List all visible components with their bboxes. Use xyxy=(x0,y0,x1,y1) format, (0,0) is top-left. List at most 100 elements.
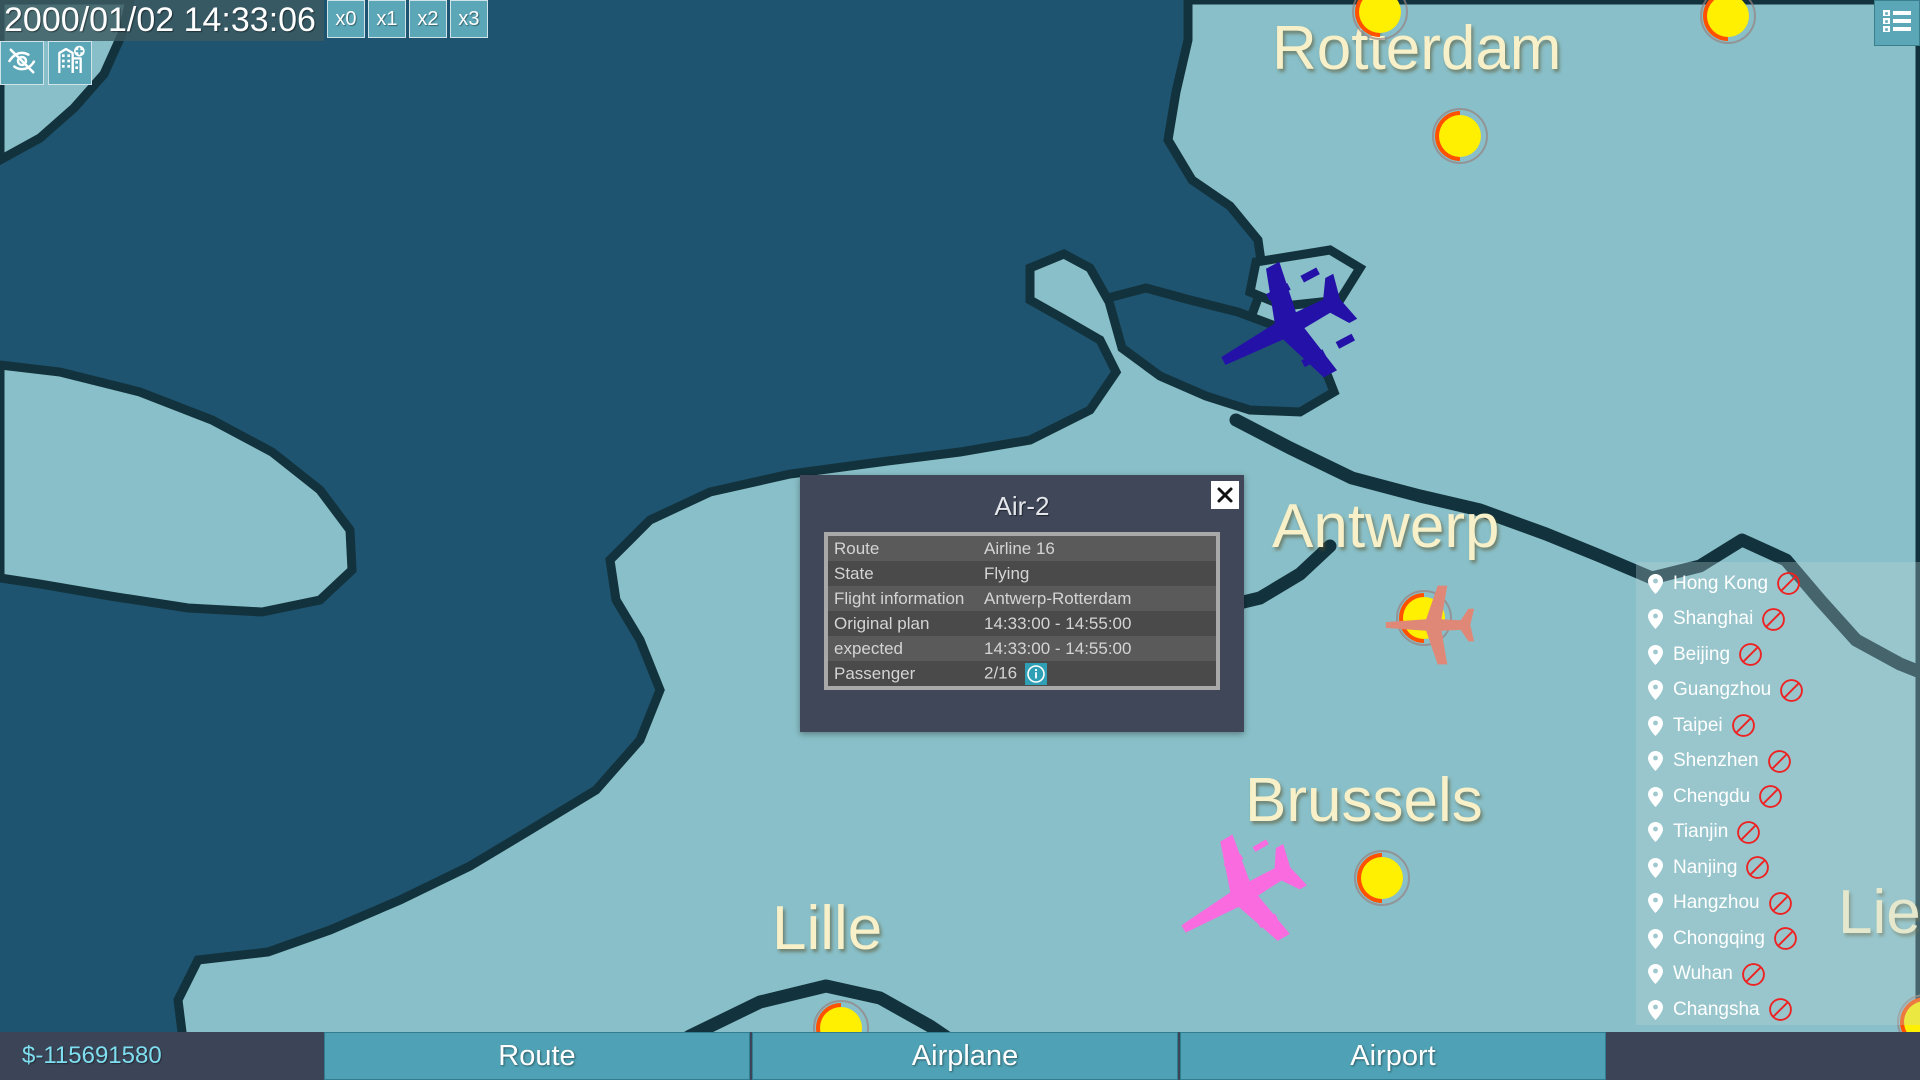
no-entry-icon[interactable] xyxy=(1741,962,1766,987)
speed-button-x0[interactable]: x0 xyxy=(326,0,365,38)
map-pin-icon xyxy=(1648,999,1663,1020)
city-list-item-label: Taipei xyxy=(1673,714,1723,736)
city-list-item[interactable]: Hong Kong xyxy=(1636,566,1920,602)
tab-route[interactable]: Route xyxy=(324,1032,750,1080)
city-list-item-label: Shanghai xyxy=(1673,608,1754,630)
airplane-info-dialog[interactable]: Air-2 Route Airline 16 State Flying Flig… xyxy=(800,475,1244,732)
city-list-item-label: Nanjing xyxy=(1673,856,1738,878)
row-key: expected xyxy=(834,638,903,658)
map-pin-icon xyxy=(1648,928,1663,949)
tab-airplane[interactable]: Airplane xyxy=(752,1032,1178,1080)
speed-button-x3[interactable]: x3 xyxy=(449,0,488,38)
row-value: Airline 16 xyxy=(984,538,1055,558)
tool-button-group xyxy=(0,41,96,85)
no-entry-icon[interactable] xyxy=(1776,571,1801,596)
game-screen: Rotterdam Antwerp Brussels Lille Lie 200… xyxy=(0,0,1920,1080)
airport-marker-brussels[interactable] xyxy=(1354,850,1410,906)
row-value: Flying xyxy=(984,563,1030,583)
map-pin-icon xyxy=(1648,786,1663,807)
row-key: Original plan xyxy=(834,613,930,633)
row-value: 14:33:00 - 14:55:00 xyxy=(984,638,1132,658)
airport-marker-rotterdam-north[interactable] xyxy=(1352,0,1408,40)
map-pin-icon xyxy=(1648,857,1663,878)
city-list-item-label: Guangzhou xyxy=(1673,679,1772,701)
table-row: Original plan 14:33:00 - 14:55:00 xyxy=(828,611,1216,636)
airport-ring xyxy=(1352,0,1408,40)
bottom-bar: $-115691580 Route Airplane Airport xyxy=(0,1032,1920,1080)
city-list-item[interactable]: Shanghai xyxy=(1636,602,1920,638)
city-list-item[interactable]: Guangzhou xyxy=(1636,673,1920,709)
row-value: 14:33:00 - 14:55:00 xyxy=(984,613,1132,633)
city-list-item-label: Changsha xyxy=(1673,998,1760,1020)
city-list-item[interactable]: Shenzhen xyxy=(1636,744,1920,780)
city-list-item-label: Tianjin xyxy=(1673,821,1729,843)
airplane-glyph xyxy=(1385,585,1475,665)
airport-ring xyxy=(1700,0,1756,44)
money-display: $-115691580 xyxy=(22,1042,162,1069)
info-icon xyxy=(1027,664,1045,683)
row-key: State xyxy=(834,563,874,583)
table-row: Passenger 2/16 xyxy=(828,661,1216,686)
airport-marker-rotterdam-south[interactable] xyxy=(1432,108,1488,164)
city-list-item[interactable]: Taipei xyxy=(1636,708,1920,744)
row-key: Passenger xyxy=(834,663,916,683)
no-entry-icon[interactable] xyxy=(1761,607,1786,632)
city-list-item-label: Hong Kong xyxy=(1673,572,1769,594)
city-list-item-label: Shenzhen xyxy=(1673,750,1759,772)
table-row: Route Airline 16 xyxy=(828,536,1216,561)
tab-airport[interactable]: Airport xyxy=(1180,1032,1606,1080)
map-pin-icon xyxy=(1648,609,1663,630)
airport-marker-rotterdam-east[interactable] xyxy=(1700,0,1756,44)
dialog-title: Air-2 xyxy=(994,491,1050,521)
city-list-item[interactable]: Beijing xyxy=(1636,637,1920,673)
city-list-item[interactable]: Changsha xyxy=(1636,992,1920,1028)
passenger-count: 2/16 xyxy=(984,662,1018,682)
speed-button-x2[interactable]: x2 xyxy=(408,0,447,38)
city-list-item[interactable]: Chengdu xyxy=(1636,779,1920,815)
row-key: Route xyxy=(834,538,880,558)
city-list-item[interactable]: Tianjin xyxy=(1636,815,1920,851)
hide-labels-button[interactable] xyxy=(0,41,44,85)
row-value: Antwerp-Rotterdam xyxy=(984,588,1132,608)
row-value-wrapper: 2/16 xyxy=(984,662,1216,685)
no-entry-icon[interactable] xyxy=(1736,820,1761,845)
no-entry-icon[interactable] xyxy=(1731,713,1756,738)
city-list-item-label: Hangzhou xyxy=(1673,892,1760,914)
city-list-panel: Hong Kong Shanghai Beijing Guangzhou Tai… xyxy=(1636,562,1920,1025)
eye-off-icon xyxy=(7,46,37,81)
map-pin-icon xyxy=(1648,893,1663,914)
city-list-item[interactable]: Hangzhou xyxy=(1636,886,1920,922)
city-list-item-label: Beijing xyxy=(1673,643,1731,665)
row-key: Flight information xyxy=(834,588,965,608)
airplane-air-1[interactable] xyxy=(1382,578,1478,674)
no-entry-icon[interactable] xyxy=(1773,926,1798,951)
main-menu-button[interactable] xyxy=(1874,0,1920,46)
no-entry-icon[interactable] xyxy=(1779,678,1804,703)
no-entry-icon[interactable] xyxy=(1758,784,1783,809)
passenger-info-button[interactable] xyxy=(1025,662,1048,685)
city-list-item-label: Wuhan xyxy=(1673,963,1733,985)
city-list-item-label: Chongqing xyxy=(1673,927,1765,949)
dialog-close-button[interactable] xyxy=(1211,481,1239,509)
building-add-icon xyxy=(54,45,86,82)
map-pin-icon xyxy=(1648,715,1663,736)
speed-button-x1[interactable]: x1 xyxy=(367,0,406,38)
airport-ring xyxy=(1432,108,1488,164)
game-clock: 2000/01/02 14:33:06 xyxy=(0,0,324,41)
city-list-item[interactable]: Nanjing xyxy=(1636,850,1920,886)
no-entry-icon[interactable] xyxy=(1745,855,1770,880)
city-list-item[interactable]: Wuhan xyxy=(1636,957,1920,993)
top-hud-bar: 2000/01/02 14:33:06 x0 x1 x2 x3 xyxy=(0,0,488,41)
no-entry-icon[interactable] xyxy=(1768,997,1793,1022)
table-row: Flight information Antwerp-Rotterdam xyxy=(828,586,1216,611)
map-pin-icon xyxy=(1648,964,1663,985)
no-entry-icon[interactable] xyxy=(1768,891,1793,916)
no-entry-icon[interactable] xyxy=(1767,749,1792,774)
list-menu-icon xyxy=(1882,8,1912,39)
map-pin-icon xyxy=(1648,751,1663,772)
city-list-item[interactable]: Chongqing xyxy=(1636,921,1920,957)
build-airport-button[interactable] xyxy=(48,41,92,85)
map-pin-icon xyxy=(1648,680,1663,701)
no-entry-icon[interactable] xyxy=(1738,642,1763,667)
close-icon xyxy=(1217,487,1233,503)
